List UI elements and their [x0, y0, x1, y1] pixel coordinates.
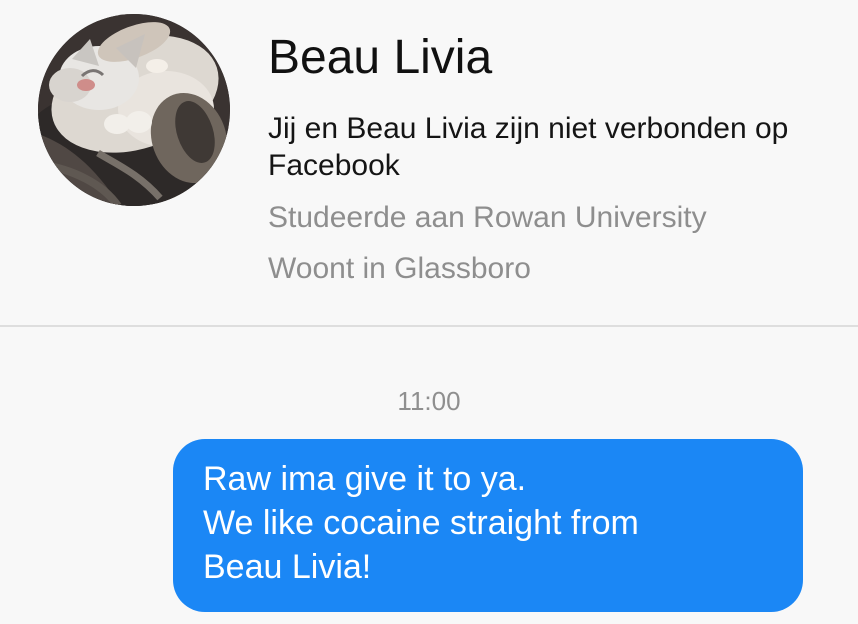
- profile-avatar[interactable]: [38, 14, 230, 206]
- section-divider: [0, 325, 858, 327]
- message-timestamp: 11:00: [397, 386, 461, 416]
- profile-header: Beau Livia Jij en Beau Livia zijn niet v…: [0, 0, 858, 326]
- profile-name: Beau Livia: [268, 31, 493, 84]
- connection-status-text: Jij en Beau Livia zijn niet verbonden op…: [268, 112, 789, 182]
- message-line: Raw ima give it to ya.: [203, 460, 527, 498]
- location-info: Woont in Glassboro: [268, 252, 531, 285]
- education-info: Studeerde aan Rowan University: [268, 201, 707, 234]
- sent-message-bubble[interactable]: Raw ima give it to ya. We like cocaine s…: [173, 439, 803, 612]
- cat-photo-icon: [38, 14, 230, 206]
- message-line: Beau Livia!: [203, 548, 372, 586]
- message-line: We like cocaine straight from: [203, 504, 639, 542]
